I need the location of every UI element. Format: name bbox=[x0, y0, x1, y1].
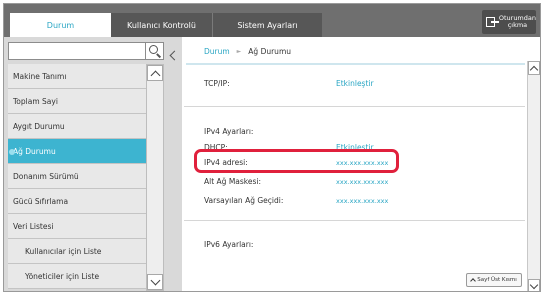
tab-status[interactable]: Durum bbox=[10, 13, 111, 37]
sidebar-item-label: Gücü Sıfırlama bbox=[13, 196, 69, 206]
sidebar-item-label: Aygıt Durumu bbox=[13, 121, 65, 131]
sidebar-menu: Makine Tanımı Toplam Sayi Aygıt Durumu A… bbox=[8, 64, 146, 289]
breadcrumb: Durum ► Ağ Durumu bbox=[204, 47, 291, 56]
chevron-up-icon bbox=[529, 65, 539, 75]
ipv4-address-highlight bbox=[194, 149, 399, 173]
section-divider bbox=[184, 220, 525, 221]
sidebar-item-power-reset[interactable]: Gücü Sıfırlama bbox=[8, 189, 146, 214]
sidebar-item-label: Makine Tanımı bbox=[13, 71, 67, 81]
sidebar-item-user-list[interactable]: Kullanıcılar için Liste bbox=[8, 239, 146, 264]
default-gateway-label: Varsayılan Ağ Geçidi: bbox=[204, 196, 284, 205]
sidebar-item-machine-id[interactable]: Makine Tanımı bbox=[8, 64, 146, 89]
sidebar-scrollbar[interactable] bbox=[146, 64, 164, 291]
tab-system-settings[interactable]: Sistem Ayarları bbox=[212, 13, 322, 37]
top-bar: Durum Kullanıcı Kontrolü Sistem Ayarları… bbox=[4, 4, 540, 37]
ipv6-settings-heading: IPv6 Ayarları: bbox=[204, 240, 254, 249]
breadcrumb-divider bbox=[186, 63, 525, 65]
left-panel: Makine Tanımı Toplam Sayi Aygıt Durumu A… bbox=[4, 37, 167, 291]
content-scrollbar[interactable] bbox=[527, 61, 540, 291]
sidebar-item-firmware-version[interactable]: Donanım Sürümü bbox=[8, 164, 146, 189]
sidebar-item-device-status[interactable]: Aygıt Durumu bbox=[8, 114, 146, 139]
sidebar-item-network-status[interactable]: Ağ Durumu bbox=[8, 139, 146, 164]
subnet-mask-value: xxx.xxx.xxx.xxx bbox=[336, 178, 389, 186]
breadcrumb-separator-icon: ► bbox=[236, 48, 242, 55]
arrow-up-icon bbox=[470, 278, 477, 284]
scroll-down-button[interactable] bbox=[147, 274, 163, 290]
breadcrumb-current: Ağ Durumu bbox=[248, 47, 291, 56]
logout-icon bbox=[486, 16, 499, 28]
page-top-button[interactable]: Sayf Üst Kısmı bbox=[466, 273, 522, 287]
chevron-down-icon bbox=[529, 280, 539, 290]
sidebar-item-label: Veri Listesi bbox=[13, 221, 54, 231]
chevron-up-icon bbox=[150, 70, 161, 81]
sidebar-item-label: Ağ Durumu bbox=[13, 146, 56, 156]
sidebar-item-admin-list[interactable]: Yöneticiler için Liste bbox=[8, 264, 146, 289]
main-content: Durum ► Ağ Durumu TCP/IP: Etkinleştir IP… bbox=[182, 37, 540, 291]
section-divider bbox=[184, 106, 525, 107]
subnet-mask-label: Alt Ağ Maskesi: bbox=[204, 177, 261, 186]
chevron-down-icon bbox=[150, 275, 161, 286]
ipv4-settings-heading: IPv4 Ayarları: bbox=[204, 127, 254, 136]
default-gateway-value: xxx.xxx.xxx.xxx bbox=[336, 197, 389, 205]
logout-label: Oturumdan çıkma bbox=[498, 14, 536, 29]
content-scroll-down-button[interactable] bbox=[528, 279, 540, 291]
page-top-label: Sayf Üst Kısmı bbox=[477, 277, 517, 283]
content-scroll-up-button[interactable] bbox=[528, 61, 540, 75]
tcpip-label: TCP/IP: bbox=[204, 79, 230, 88]
active-indicator-icon bbox=[9, 149, 15, 155]
sidebar-item-label: Kullanıcılar için Liste bbox=[25, 246, 102, 256]
chevron-left-icon bbox=[169, 50, 180, 61]
search-button[interactable] bbox=[146, 42, 164, 60]
sidebar-item-label: Donanım Sürümü bbox=[13, 171, 79, 181]
sidebar-item-label: Toplam Sayi bbox=[13, 96, 58, 106]
browser-frame: Durum Kullanıcı Kontrolü Sistem Ayarları… bbox=[3, 3, 541, 292]
sidebar-item-data-list[interactable]: Veri Listesi bbox=[8, 214, 146, 239]
logout-button[interactable]: Oturumdan çıkma bbox=[482, 10, 536, 34]
sidebar-item-label: Yöneticiler için Liste bbox=[25, 271, 100, 281]
search-input[interactable] bbox=[8, 42, 146, 60]
collapse-sidebar-button[interactable] bbox=[168, 48, 180, 64]
tcpip-value: Etkinleştir bbox=[336, 79, 374, 88]
tab-user-control[interactable]: Kullanıcı Kontrolü bbox=[111, 13, 212, 37]
scroll-up-button[interactable] bbox=[147, 65, 163, 81]
sidebar-item-total-count[interactable]: Toplam Sayi bbox=[8, 89, 146, 114]
breadcrumb-link-status[interactable]: Durum bbox=[204, 47, 230, 56]
